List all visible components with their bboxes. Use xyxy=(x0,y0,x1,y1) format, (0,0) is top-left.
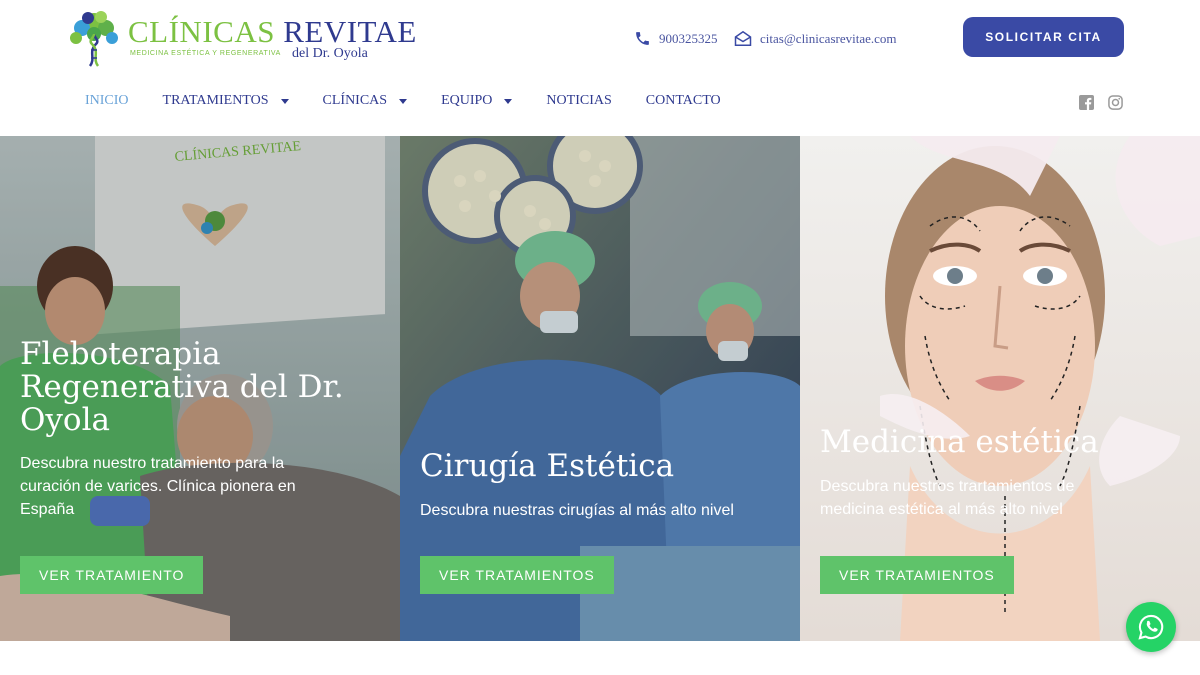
nav-item-contacto[interactable]: CONTACTO xyxy=(646,93,721,109)
site-logo[interactable]: CLÍNICAS REVITAE MEDICINA ESTÉTICA Y REG… xyxy=(66,8,416,70)
envelope-icon xyxy=(734,30,752,46)
panel-description: Descubra nuestros trartamientos de medic… xyxy=(820,478,1075,518)
phone-icon xyxy=(636,32,649,45)
nav-item-label: NOTICIAS xyxy=(546,93,612,108)
logo-title-green: CLÍNICAS xyxy=(128,14,275,49)
nav-item-tratamientos[interactable]: TRATAMIENTOS xyxy=(163,93,289,109)
nav-item-label: CLÍNICAS xyxy=(322,93,388,108)
main-nav: INICIO TRATAMIENTOS CLÍNICAS EQUIPO NOTI… xyxy=(85,93,755,109)
logo-title: CLÍNICAS REVITAE xyxy=(128,14,417,50)
ver-tratamiento-button[interactable]: VER TRATAMIENTO xyxy=(20,556,204,594)
nav-item-label: INICIO xyxy=(85,93,129,108)
panel-description: Descubra nuestras cirugías al más alto n… xyxy=(420,502,734,519)
nav-item-label: CONTACTO xyxy=(645,93,721,108)
phone-number: 900325325 xyxy=(659,30,718,46)
nav-item-label: EQUIPO xyxy=(441,93,493,108)
hero-panels: CLÍNICAS REVITAE Fleboterapia Regenerati… xyxy=(0,136,1200,641)
nav-item-equipo[interactable]: EQUIPO xyxy=(441,93,513,109)
site-header: CLÍNICAS REVITAE MEDICINA ESTÉTICA Y REG… xyxy=(0,0,1200,136)
email-link[interactable]: citas@clinicasrevitae.com xyxy=(734,30,897,47)
logo-subtitle: MEDICINA ESTÉTICA Y REGENERATIVA xyxy=(130,50,281,57)
facebook-icon[interactable] xyxy=(1079,95,1094,110)
panel-title: Medicina estética xyxy=(820,424,1099,460)
ver-tratamientos-button[interactable]: VER TRATAMIENTOS xyxy=(820,556,1014,594)
chevron-down-icon xyxy=(280,98,289,104)
whatsapp-icon xyxy=(1138,614,1164,640)
panel-fleboterapia: CLÍNICAS REVITAE Fleboterapia Regenerati… xyxy=(0,136,400,641)
nav-item-inicio[interactable]: INICIO xyxy=(85,93,129,109)
chevron-down-icon xyxy=(504,98,513,104)
nav-item-label: TRATAMIENTOS xyxy=(162,93,269,108)
nav-item-noticias[interactable]: NOTICIAS xyxy=(546,93,611,109)
tree-logo-icon xyxy=(70,11,118,67)
ver-tratamientos-button[interactable]: VER TRATAMIENTOS xyxy=(420,556,614,594)
panel-cirugia: Cirugía Estética Descubra nuestras cirug… xyxy=(400,136,800,641)
panel-title: Fleboterapia Regenerativa del Dr. Oyola xyxy=(20,336,344,438)
whatsapp-chat-button[interactable] xyxy=(1126,602,1176,652)
nav-item-clinicas[interactable]: CLÍNICAS xyxy=(323,93,408,109)
phone-link[interactable]: 900325325 xyxy=(634,30,718,47)
chevron-down-icon xyxy=(399,98,408,104)
email-address: citas@clinicasrevitae.com xyxy=(760,30,897,46)
panel-medicina-estetica: Medicina estética Descubra nuestros trar… xyxy=(800,136,1200,641)
panel-title: Cirugía Estética xyxy=(420,448,675,484)
instagram-icon[interactable] xyxy=(1108,95,1123,110)
request-appointment-button[interactable]: SOLICITAR CITA xyxy=(963,17,1124,57)
panel-description: Descubra nuestro tratamiento para la cur… xyxy=(20,455,296,518)
logo-title-blue: REVITAE xyxy=(283,14,417,49)
logo-byline: del Dr. Oyola xyxy=(292,46,368,61)
